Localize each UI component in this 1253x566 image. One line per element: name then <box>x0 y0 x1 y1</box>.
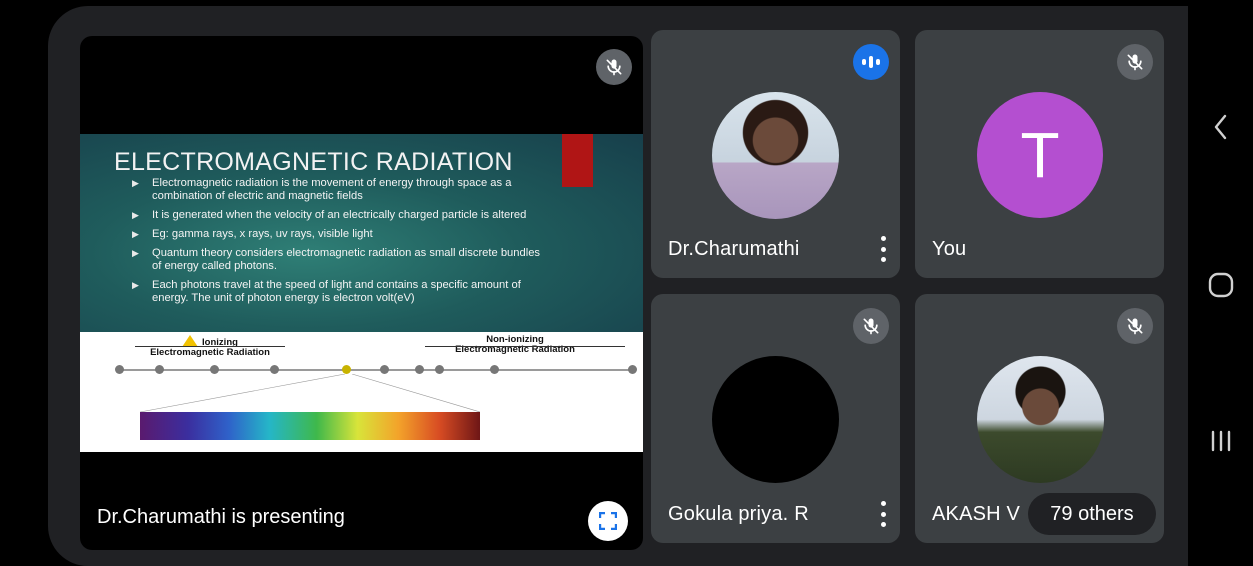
spectrum-diagram: Ionizing Electromagnetic Radiation Non-i… <box>80 332 643 452</box>
axis-marker <box>490 365 499 374</box>
divider <box>135 346 285 347</box>
axis-marker <box>210 365 219 374</box>
more-vert-icon[interactable] <box>879 501 887 527</box>
axis-marker <box>380 365 389 374</box>
slide-bullets: Electromagnetic radiation is the movemen… <box>132 177 552 311</box>
visible-spectrum-bar <box>140 412 480 440</box>
system-navigation-bar <box>1188 0 1253 566</box>
slide-bullet: Quantum theory considers electromagnetic… <box>132 247 552 273</box>
slide-title: ELECTROMAGNETIC RADIATION <box>114 148 513 176</box>
avatar <box>712 92 839 219</box>
slide-text-area: ELECTROMAGNETIC RADIATION Electromagneti… <box>80 134 643 332</box>
fullscreen-button[interactable] <box>588 501 628 541</box>
fullscreen-icon <box>599 512 617 530</box>
avatar-initial: T <box>977 92 1103 218</box>
axis-marker <box>115 365 124 374</box>
meeting-screen: ELECTROMAGNETIC RADIATION Electromagneti… <box>8 6 1188 566</box>
spectrum-axis <box>118 369 633 371</box>
axis-marker <box>435 365 444 374</box>
participant-name: You <box>932 238 967 260</box>
nonionizing-label: Non-ionizing Electromagnetic Radiation <box>455 334 575 355</box>
presenting-label: Dr.Charumathi is presenting <box>97 506 345 528</box>
back-button[interactable] <box>1188 113 1253 141</box>
home-button[interactable] <box>1188 271 1253 299</box>
axis-marker <box>415 365 424 374</box>
slide-bullet: Electromagnetic radiation is the movemen… <box>132 177 552 203</box>
back-icon <box>1214 114 1226 140</box>
divider <box>425 346 625 347</box>
avatar <box>977 356 1104 483</box>
mic-off-icon <box>853 308 889 344</box>
speaking-icon <box>853 44 889 80</box>
slide-accent-block <box>562 134 593 187</box>
participant-name: AKASH V <box>932 503 1021 525</box>
others-count-button[interactable]: 79 others <box>1028 493 1156 535</box>
slide-bullet: It is generated when the velocity of an … <box>132 209 552 222</box>
axis-marker <box>155 365 164 374</box>
recents-icon <box>1211 430 1230 452</box>
participant-tile[interactable]: Gokula priya. R <box>651 294 900 543</box>
axis-marker <box>628 365 637 374</box>
avatar <box>712 356 839 483</box>
spectrum-zoom-lines <box>140 374 480 412</box>
participant-tile[interactable]: Dr.Charumathi <box>651 30 900 278</box>
mic-off-icon <box>1117 308 1153 344</box>
participant-tile[interactable]: T You <box>915 30 1164 278</box>
home-icon <box>1208 272 1233 298</box>
mic-off-icon <box>1117 44 1153 80</box>
participant-name: Gokula priya. R <box>668 503 809 525</box>
slide-bullet: Each photons travel at the speed of ligh… <box>132 279 552 305</box>
presentation-tile[interactable]: ELECTROMAGNETIC RADIATION Electromagneti… <box>80 36 643 550</box>
axis-marker <box>342 365 351 374</box>
axis-marker <box>270 365 279 374</box>
more-vert-icon[interactable] <box>879 236 887 262</box>
recents-button[interactable] <box>1188 428 1253 454</box>
shared-slide: ELECTROMAGNETIC RADIATION Electromagneti… <box>80 134 643 452</box>
slide-bullet: Eg: gamma rays, x rays, uv rays, visible… <box>132 228 552 241</box>
mic-off-icon <box>596 49 632 85</box>
participant-name: Dr.Charumathi <box>668 238 800 260</box>
